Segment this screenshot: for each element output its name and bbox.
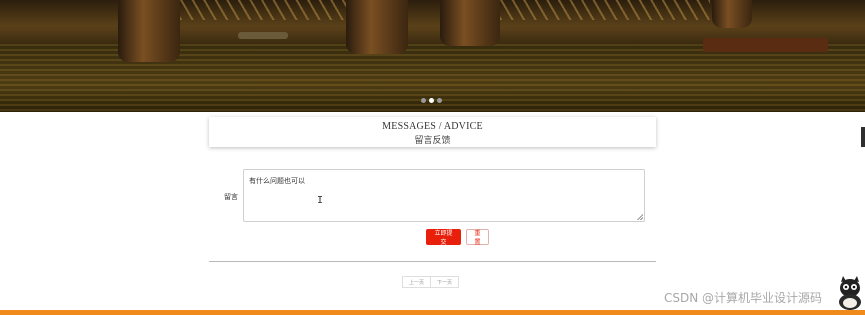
submit-button[interactable]: 立即提交 [426,229,461,246]
carousel-dot-active[interactable] [429,98,434,103]
watermark-text: CSDN @计算机毕业设计源码 [664,291,823,305]
carousel-dot[interactable] [437,98,442,103]
section-title-cn: 留言反馈 [414,136,451,146]
carousel-dot[interactable] [421,98,426,103]
message-textarea[interactable]: 有什么问题也可以 [243,169,645,222]
boat [703,38,828,52]
bridge-truss-left [180,0,350,20]
pagination: 上一页 下一页 [402,276,459,288]
resize-handle-icon[interactable] [637,214,643,220]
cat-mascot-icon [839,276,861,310]
message-label: 留言 [224,193,238,201]
bridge-pillar [440,0,500,46]
section-title-en: MESSAGES / ADVICE [382,121,483,132]
boat [238,32,288,39]
prev-page-button[interactable]: 上一页 [402,276,431,288]
side-float-tab[interactable] [861,127,865,147]
divider [209,261,656,262]
message-text: 有什么问题也可以 [249,177,305,185]
next-page-button[interactable]: 下一页 [430,276,459,288]
bridge-truss-right [500,0,710,20]
hero-carousel[interactable] [0,0,865,112]
carousel-indicators [421,98,442,103]
bridge-pillar [712,0,752,28]
footer-bar [0,310,865,315]
bridge-pillar [346,0,408,54]
bridge-pillar [118,0,180,62]
section-title-card: MESSAGES / ADVICE 留言反馈 [209,117,656,147]
reset-button[interactable]: 重置 [466,229,489,246]
text-cursor-icon: I [317,195,324,206]
